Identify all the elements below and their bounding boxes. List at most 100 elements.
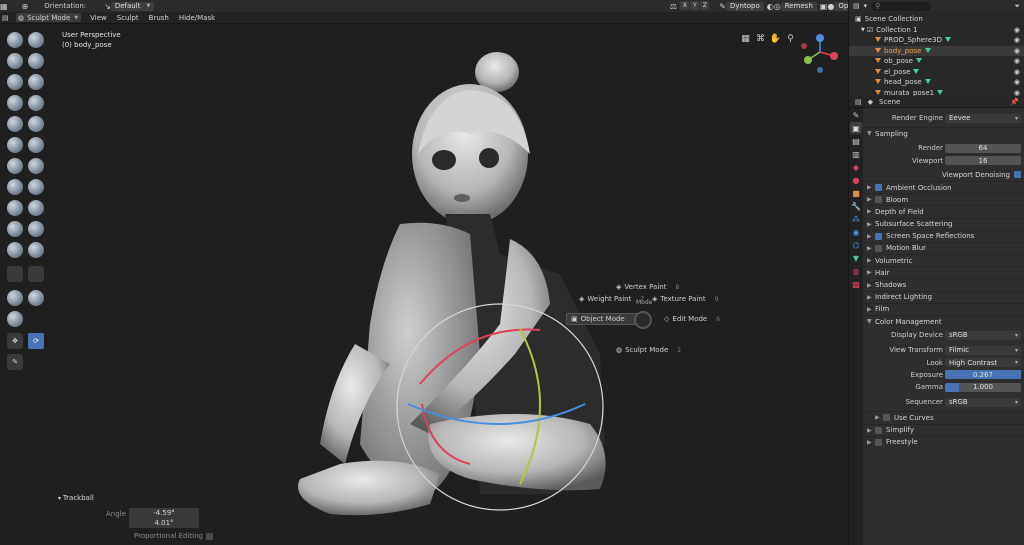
fill-brush-icon[interactable]	[7, 137, 23, 153]
gamma-slider[interactable]: 1.000	[945, 382, 1021, 392]
panel-shadows[interactable]: ▶ Shadows	[863, 278, 1024, 290]
panel-hair[interactable]: ▶ Hair	[863, 266, 1024, 278]
eye-icon[interactable]: ◉	[1014, 26, 1020, 34]
proportional-editing[interactable]: Proportional Editing	[134, 532, 213, 540]
hand-pan-icon[interactable]: ✋	[770, 33, 781, 44]
proportional-editing-checkbox[interactable]	[205, 532, 213, 540]
menu-brush[interactable]: Brush	[144, 12, 174, 24]
outliner-item[interactable]: head_pose ◉	[849, 77, 1024, 88]
eye-icon[interactable]: ◉	[1014, 68, 1020, 76]
bloom-checkbox[interactable]	[875, 196, 882, 204]
remesh-dropdown[interactable]: Remesh	[780, 1, 817, 11]
panel-screen-space-reflections[interactable]: ▶ Screen Space Reflections	[863, 229, 1024, 242]
outliner-item[interactable]: ob_pose ◉	[849, 56, 1024, 67]
brush-icon[interactable]: ✎	[719, 1, 726, 11]
pie-edit-mode[interactable]: ◇ Edit Mode 6	[664, 315, 720, 323]
draw-sharp-brush-icon[interactable]	[28, 32, 44, 48]
smooth-brush-icon[interactable]	[7, 116, 23, 132]
panel-freestyle[interactable]: ▶ Freestyle	[863, 435, 1024, 448]
clay-strips-brush-icon[interactable]	[28, 53, 44, 69]
data-tab-icon[interactable]: ▼	[850, 252, 862, 264]
rotate-brush-icon[interactable]	[7, 242, 23, 258]
cloth-filter-icon[interactable]	[28, 290, 44, 306]
checkbox-icon[interactable]: ☑	[867, 26, 873, 34]
filter-icon[interactable]: ▾	[864, 2, 868, 10]
texture-tab-icon[interactable]: ▩	[850, 278, 862, 290]
scrape-brush-icon[interactable]	[28, 137, 44, 153]
funnel-icon[interactable]: ⏷	[1014, 2, 1020, 11]
panel-bloom[interactable]: ▶ Bloom	[863, 193, 1024, 205]
pie-object-mode[interactable]: ▣Object Mode4	[566, 313, 643, 325]
zoom-icon[interactable]: ⚲	[785, 33, 796, 44]
mask-icon[interactable]	[7, 266, 23, 282]
axis-gizmo[interactable]	[798, 30, 842, 100]
view-transform-dropdown[interactable]: Filmic	[945, 345, 1021, 355]
shading-solid-icon[interactable]: ●	[827, 1, 834, 11]
panel-use-curves[interactable]: ▶ Use Curves	[863, 411, 1024, 423]
orientation-dropdown[interactable]: Default ▼	[110, 1, 155, 11]
viewport-denoising-checkbox[interactable]	[1014, 171, 1021, 179]
operator-panel-title[interactable]: ▾ Trackball	[58, 494, 94, 502]
outliner-item[interactable]: murata_pose1 ◉	[849, 88, 1024, 96]
pie-texture-paint[interactable]: ◈ Texture Paint 9	[652, 295, 718, 303]
use-curves-checkbox[interactable]	[883, 414, 890, 422]
transform-pivot-icon[interactable]: ⊕	[22, 1, 29, 11]
eye-icon[interactable]: ◉	[1014, 78, 1020, 86]
grid-icon[interactable]: ▦	[740, 33, 751, 44]
constraints-tab-icon[interactable]: ⌬	[850, 239, 862, 251]
pinch-brush-icon[interactable]	[28, 158, 44, 174]
axis-z-toggle[interactable]: Z	[700, 1, 710, 10]
panel-subsurface-scattering[interactable]: ▶ Subsurface Scattering	[863, 217, 1024, 230]
color-filter-icon[interactable]	[7, 311, 23, 327]
modifier-tab-icon[interactable]: 🔧	[850, 200, 862, 212]
pie-vertex-paint[interactable]: ◈ Vertex Paint 8	[616, 283, 679, 291]
panel-color-management[interactable]: ▼ Color Management	[863, 315, 1024, 327]
3d-viewport[interactable]: User Perspective (0) body_pose ✥ ⟳ ✎ ▦ ⌘ …	[0, 24, 848, 545]
freestyle-checkbox[interactable]	[875, 438, 882, 446]
pin-icon[interactable]: 📌	[1010, 98, 1019, 106]
nudge-brush-icon[interactable]	[28, 221, 44, 237]
menu-hide-mask[interactable]: Hide/Mask	[174, 12, 220, 24]
snake-hook-icon[interactable]	[7, 200, 23, 216]
object-tab-icon[interactable]: ■	[850, 187, 862, 199]
outliner-item-selected[interactable]: body_pose ◉	[849, 45, 1024, 56]
eye-icon[interactable]: ◉	[1014, 47, 1020, 55]
view-icon[interactable]: ◐	[767, 1, 774, 11]
inflate-brush-icon[interactable]	[28, 74, 44, 90]
layer-brush-icon[interactable]	[7, 74, 23, 90]
flatten-brush-icon[interactable]	[28, 116, 44, 132]
mode-dropdown[interactable]: ◍ Sculpt Mode ▼	[16, 13, 82, 22]
thumb-brush-icon[interactable]	[28, 200, 44, 216]
panel-motion-blur[interactable]: ▶ Motion Blur	[863, 241, 1024, 254]
render-tab-icon[interactable]: ▣	[850, 122, 862, 134]
properties-editor-icon[interactable]: ▤	[855, 98, 862, 106]
pie-weight-paint[interactable]: ◈ Weight Paint 7	[579, 295, 644, 303]
exposure-slider[interactable]: 0.267	[945, 370, 1021, 380]
panel-film[interactable]: ▶ Film	[863, 302, 1024, 315]
scene-tab-icon[interactable]: ◆	[850, 161, 862, 173]
viewport-denoising-row[interactable]: Viewport Denoising	[863, 169, 1024, 181]
view-layer-tab-icon[interactable]: ▥	[850, 148, 862, 160]
clay-brush-icon[interactable]	[7, 53, 23, 69]
scene-collection-row[interactable]: ▣ Scene Collection	[849, 14, 1024, 25]
xray-icon[interactable]: ▣	[820, 1, 828, 11]
box-mask-icon[interactable]	[28, 266, 44, 282]
output-tab-icon[interactable]: ▤	[850, 135, 862, 147]
angle-x-value[interactable]: -4.59°	[129, 508, 199, 518]
collection-row[interactable]: ▼ ☑ Collection 1 ◉	[849, 25, 1024, 36]
pie-sculpt-mode[interactable]: ◍ Sculpt Mode 2	[616, 346, 681, 354]
outliner-item[interactable]: PROD_Sphere3D ◉	[849, 35, 1024, 46]
outliner-search-input[interactable]: ⚲	[871, 1, 932, 11]
dyntopo-dropdown[interactable]: Dyntopo	[726, 1, 764, 11]
blob-brush-icon[interactable]	[7, 95, 23, 111]
particles-tab-icon[interactable]: ⁂	[850, 213, 862, 225]
menu-view[interactable]: View	[85, 12, 112, 24]
panel-simplify[interactable]: ▶ Simplify	[863, 423, 1024, 436]
annotate-icon[interactable]: ✎	[7, 354, 23, 370]
editor-type-icon-2[interactable]: ▤	[2, 14, 12, 22]
grab-brush-icon[interactable]	[7, 179, 23, 195]
crease-brush-icon[interactable]	[28, 95, 44, 111]
draw-brush-icon[interactable]	[7, 32, 23, 48]
display-device-dropdown[interactable]: sRGB	[945, 330, 1021, 340]
axis-y-toggle[interactable]: Y	[690, 1, 700, 10]
